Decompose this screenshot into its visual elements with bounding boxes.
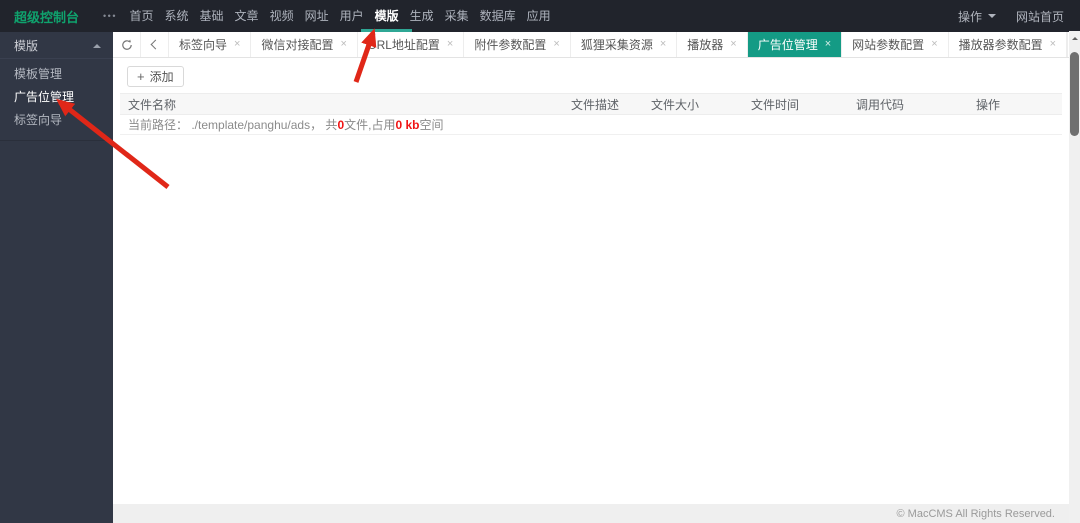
topnav-item-generate[interactable]: 生成	[404, 0, 439, 32]
sidebar-section-template[interactable]: 模版	[0, 32, 113, 59]
count-suffix: 文件,占用	[344, 118, 396, 132]
tab-ad-management[interactable]: 广告位管理 ×	[747, 32, 843, 57]
column-header: 文件名称	[128, 97, 177, 112]
scrollbar-up-icon	[1071, 34, 1078, 40]
footer: © MacCMS All Rights Reserved.	[113, 504, 1069, 523]
topnav-item-database[interactable]: 数据库	[474, 0, 521, 32]
brand-logo: 超级控制台	[14, 9, 80, 25]
path-value: ./template/panghu/ads， 共	[191, 118, 338, 132]
column-header: 调用代码	[856, 97, 905, 112]
tab-label: 网站参数配置	[852, 38, 925, 52]
topbar-action-label: 操作	[957, 9, 982, 24]
refresh-tabs-button[interactable]	[113, 32, 141, 57]
chevron-left-icon	[150, 39, 161, 50]
topbar-right: 操作 网站首页	[958, 8, 1080, 25]
table-header-row: 文件名称 文件描述 文件大小 文件时间 调用代码 操作	[120, 93, 1062, 115]
sidebar: 模版 模板管理 广告位管理 标签向导	[0, 32, 113, 523]
tabbar: 标签向导 × 微信对接配置 × URL地址配置 × 附件参数配置 × 狐狸采集资源 × 播放器 × 广告…	[113, 32, 1080, 58]
tab-label: 微信对接配置	[261, 38, 334, 52]
topnav-item-article[interactable]: 文章	[229, 0, 264, 32]
tab-close-icon[interactable]: ×	[1050, 39, 1056, 50]
tab-close-icon[interactable]: ×	[931, 39, 937, 50]
add-button[interactable]: + 添加	[127, 66, 184, 87]
topnav-item-system[interactable]: 系统	[159, 0, 194, 32]
topnav-item-home[interactable]: 首页	[124, 0, 159, 32]
tab-close-icon[interactable]: ×	[447, 39, 453, 50]
tab-label: 附件参数配置	[474, 38, 547, 52]
sidebar-menu: 模板管理 广告位管理 标签向导	[0, 59, 113, 141]
scrollbar-up-button[interactable]	[1069, 31, 1080, 44]
tab-close-icon[interactable]: ×	[730, 39, 736, 50]
tab-content: + 添加 文件名称 文件描述 文件大小 文件时间 调用代码 操作 当前路径： ./temp…	[113, 58, 1069, 135]
tab-attachment-params[interactable]: 附件参数配置 ×	[464, 32, 571, 57]
tab-site-params[interactable]: 网站参数配置 ×	[842, 32, 949, 57]
plus-icon: +	[137, 69, 145, 84]
tab-wechat-config[interactable]: 微信对接配置 ×	[251, 32, 358, 57]
scrollbar[interactable]	[1069, 31, 1080, 523]
tab-label: 狐狸采集资源	[580, 38, 653, 52]
tab-label: 播放器	[687, 38, 724, 52]
tab-close-icon[interactable]: ×	[660, 39, 666, 50]
tab-collect-resource[interactable]: 狐狸采集资源 ×	[571, 32, 678, 57]
column-header: 文件描述	[571, 97, 620, 112]
tab-close-icon[interactable]: ×	[825, 39, 831, 50]
file-table: 文件名称 文件描述 文件大小 文件时间 调用代码 操作 当前路径： ./template/…	[120, 93, 1062, 135]
tab-list: 标签向导 × 微信对接配置 × URL地址配置 × 附件参数配置 × 狐狸采集资源 × 播放器 × 广告…	[169, 32, 1068, 57]
topbar-action-dropdown[interactable]: 操作	[958, 8, 996, 25]
topnav-item-collect[interactable]: 采集	[439, 0, 474, 32]
space-suffix: 空间	[419, 118, 444, 132]
file-count: 0	[337, 117, 345, 132]
main-area: 标签向导 × 微信对接配置 × URL地址配置 × 附件参数配置 × 狐狸采集资源 × 播放器 × 广告…	[113, 32, 1080, 523]
scrollbar-thumb[interactable]	[1070, 52, 1079, 136]
caret-down-icon	[987, 14, 996, 22]
topnav-item-user[interactable]: 用户	[334, 0, 369, 32]
tab-label: 标签向导	[179, 38, 228, 52]
tab-label: 广告位管理	[757, 38, 818, 52]
tab-close-icon[interactable]: ×	[553, 39, 559, 50]
column-header: 文件时间	[751, 97, 800, 112]
column-header: 操作	[976, 97, 1001, 112]
sidebar-item-template-management[interactable]: 模板管理	[0, 63, 113, 86]
site-home-link[interactable]: 网站首页	[1016, 8, 1064, 25]
add-button-label: 添加	[149, 70, 174, 84]
tab-label: URL地址配置	[367, 38, 440, 52]
tab-close-icon[interactable]: ×	[234, 39, 240, 50]
space-used: 0 kb	[395, 117, 420, 132]
sidebar-section-label: 模版	[14, 38, 39, 53]
path-status-row: 当前路径： ./template/panghu/ads， 共 0 文件,占用 0 kb…	[120, 115, 1062, 135]
sidebar-item-ad-management[interactable]: 广告位管理	[0, 86, 113, 109]
tab-player[interactable]: 播放器 ×	[677, 32, 748, 57]
refresh-icon	[121, 39, 132, 50]
copyright-text: © MacCMS All Rights Reserved.	[896, 507, 1056, 520]
tab-player-params[interactable]: 播放器参数配置 ×	[949, 32, 1068, 57]
tab-label: 播放器参数配置	[958, 38, 1043, 52]
topnav-item-video[interactable]: 视频	[264, 0, 299, 32]
sidebar-item-tag-wizard[interactable]: 标签向导	[0, 109, 113, 132]
topbar: 超级控制台 ••• 首页 系统 基础 文章 视频 网址 用户 模版 生成 采集 数据库 应用 操作 网…	[0, 0, 1080, 32]
path-label: 当前路径：	[128, 118, 192, 132]
tab-close-icon[interactable]: ×	[340, 39, 346, 50]
topnav-item-app[interactable]: 应用	[521, 0, 556, 32]
topnav: 首页 系统 基础 文章 视频 网址 用户 模版 生成 采集 数据库 应用	[124, 0, 556, 32]
tab-url-config[interactable]: URL地址配置 ×	[358, 32, 465, 57]
column-header: 文件大小	[651, 97, 700, 112]
tab-tag-wizard[interactable]: 标签向导 ×	[169, 32, 252, 57]
topnav-item-url[interactable]: 网址	[299, 0, 334, 32]
topnav-item-template[interactable]: 模版	[361, 0, 413, 32]
more-menu-icon[interactable]: •••	[96, 11, 124, 21]
topnav-item-basic[interactable]: 基础	[194, 0, 229, 32]
scroll-tabs-left-button[interactable]	[141, 32, 169, 57]
chevron-up-icon	[93, 40, 101, 48]
